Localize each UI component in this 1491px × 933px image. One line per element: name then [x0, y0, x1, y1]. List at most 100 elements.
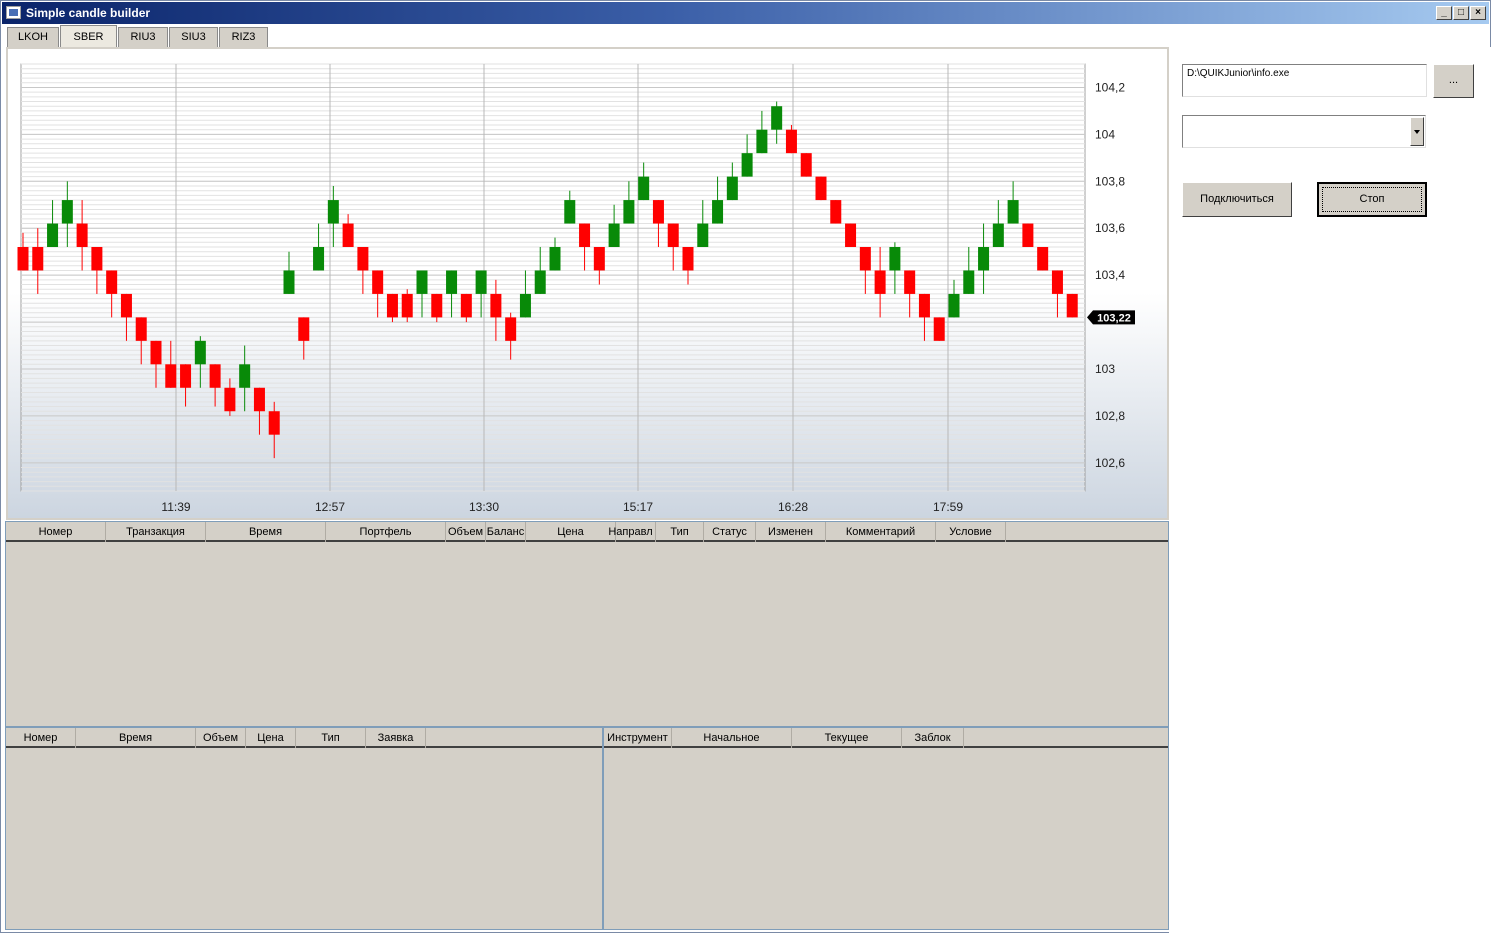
- candle-body: [1022, 223, 1034, 247]
- col-header[interactable]: Время: [206, 522, 326, 542]
- candle-body: [756, 129, 768, 154]
- y-tick-label: 103,8: [1095, 174, 1125, 188]
- col-header[interactable]: Номер: [6, 728, 76, 748]
- col-header[interactable]: Начальное: [672, 728, 792, 748]
- y-tick-label: 103: [1095, 362, 1115, 376]
- candle-body: [1051, 270, 1063, 294]
- candle-body: [268, 411, 280, 435]
- tab-riz3[interactable]: RIZ3: [219, 27, 268, 47]
- col-header[interactable]: Транзакция: [106, 522, 206, 542]
- col-header[interactable]: Комментарий: [826, 522, 936, 542]
- candle-body: [815, 176, 827, 201]
- positions-grid-header: Инструмент Начальное Текущее Заблок: [604, 728, 1168, 748]
- candle-body: [490, 293, 502, 318]
- tab-sber[interactable]: SBER: [60, 25, 117, 48]
- connection-panel: D:\QUIKJunior\info.exe ... Подключиться …: [1169, 47, 1491, 933]
- col-header[interactable]: Заблок: [902, 728, 964, 748]
- y-tick-label: 102,8: [1095, 409, 1125, 423]
- candle-body: [342, 223, 354, 247]
- window-title: Simple candle builder: [26, 6, 151, 20]
- candle-body: [47, 223, 59, 247]
- candle-body: [372, 270, 384, 294]
- candle-body: [298, 317, 310, 341]
- col-header[interactable]: Номер: [6, 522, 106, 542]
- col-header[interactable]: Направл: [606, 522, 656, 542]
- candle-body: [992, 223, 1004, 247]
- col-header[interactable]: Изменен: [756, 522, 826, 542]
- close-button[interactable]: ×: [1470, 6, 1486, 20]
- candle-body: [933, 317, 945, 341]
- tab-siu3[interactable]: SIU3: [169, 27, 218, 47]
- candle-body: [283, 270, 295, 294]
- candle-body: [771, 106, 783, 130]
- candle-body: [401, 293, 413, 318]
- quik-path-input[interactable]: D:\QUIKJunior\info.exe: [1182, 64, 1427, 97]
- candle-body: [505, 317, 517, 341]
- candle-body: [1007, 200, 1019, 224]
- candle-body: [904, 270, 916, 294]
- candle-body: [416, 270, 428, 294]
- minimize-button[interactable]: _: [1436, 6, 1452, 20]
- col-header[interactable]: Портфель: [326, 522, 446, 542]
- candle-body: [386, 293, 398, 318]
- candle-body: [165, 364, 177, 388]
- candle-body: [17, 247, 29, 271]
- candle-body: [446, 270, 458, 294]
- candle-body: [638, 176, 650, 201]
- col-header[interactable]: Инструмент: [604, 728, 672, 748]
- col-header[interactable]: Статус: [704, 522, 756, 542]
- candle-body: [978, 247, 990, 271]
- candle-body: [889, 247, 901, 271]
- candle-body: [859, 247, 871, 271]
- x-tick-label: 17:59: [933, 500, 963, 514]
- y-tick-label: 104,2: [1095, 80, 1125, 94]
- candle-body: [519, 293, 531, 318]
- candle-body: [76, 223, 88, 247]
- tab-lkoh[interactable]: LKOH: [7, 27, 59, 47]
- positions-grid[interactable]: Инструмент Начальное Текущее Заблок: [603, 727, 1169, 930]
- candle-body: [608, 223, 620, 247]
- plot-area: [20, 63, 1086, 492]
- candle-body: [682, 247, 694, 271]
- candle-chart[interactable]: 104,2 104 103,8 103,6 103,4 103 102,8 102,6 11:3…: [8, 49, 1167, 518]
- candle-body: [652, 200, 664, 224]
- stop-button[interactable]: Стоп: [1317, 182, 1427, 217]
- candle-body: [120, 293, 132, 318]
- col-header[interactable]: Тип: [656, 522, 704, 542]
- col-header[interactable]: Заявка: [366, 728, 426, 748]
- candle-body: [549, 247, 561, 271]
- col-header[interactable]: Время: [76, 728, 196, 748]
- candle-body: [313, 247, 325, 271]
- candle-body: [667, 223, 679, 247]
- title-bar[interactable]: Simple candle builder _ □ ×: [2, 2, 1489, 24]
- candle-body: [1037, 247, 1049, 271]
- maximize-button[interactable]: □: [1453, 6, 1469, 20]
- col-header[interactable]: Текущее: [792, 728, 902, 748]
- candle-body: [327, 200, 339, 224]
- connect-button[interactable]: Подключиться: [1182, 182, 1292, 217]
- terminal-combo[interactable]: [1182, 115, 1426, 148]
- col-header[interactable]: Тип: [296, 728, 366, 748]
- browse-button[interactable]: ...: [1433, 64, 1474, 98]
- candle-body: [224, 387, 236, 412]
- col-header[interactable]: Объем: [196, 728, 246, 748]
- tab-riu3[interactable]: RIU3: [118, 27, 168, 47]
- candle-body: [623, 200, 635, 224]
- x-tick-label: 12:57: [315, 500, 345, 514]
- candle-body: [918, 293, 930, 318]
- candle-body: [180, 364, 192, 388]
- candle-body: [697, 223, 709, 247]
- trades-grid[interactable]: Номер Время Объем Цена Тип Заявка: [5, 727, 603, 930]
- trades-grid-header: Номер Время Объем Цена Тип Заявка: [6, 728, 602, 748]
- orders-grid[interactable]: Номер Транзакция Время Портфель Объем Ба…: [5, 521, 1169, 727]
- col-header[interactable]: Цена: [526, 522, 616, 542]
- y-tick-label: 103,6: [1095, 221, 1125, 235]
- col-header[interactable]: Цена: [246, 728, 296, 748]
- col-header[interactable]: Баланс: [486, 522, 526, 542]
- col-header[interactable]: Условие: [936, 522, 1006, 542]
- candle-body: [194, 340, 206, 365]
- candle-body: [91, 247, 103, 271]
- chevron-down-icon[interactable]: [1410, 117, 1424, 146]
- col-header[interactable]: Объем: [446, 522, 486, 542]
- app-icon: [6, 6, 21, 19]
